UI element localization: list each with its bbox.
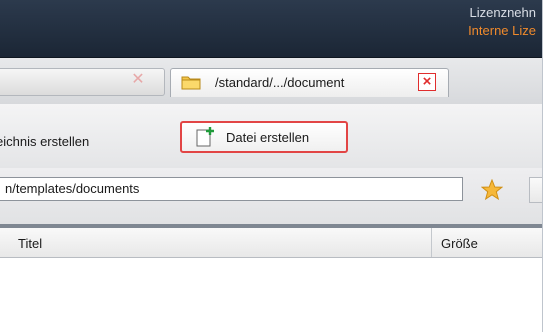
tab-previous[interactable]: ✕	[0, 68, 165, 96]
tab-bar: ✕ /standard/.../document ×	[0, 57, 542, 105]
close-icon[interactable]: ✕	[130, 72, 146, 88]
file-manager-window: Lizenznehn Interne Lize ✕ /standard/.../…	[0, 0, 543, 332]
close-icon[interactable]: ×	[418, 73, 436, 91]
column-title[interactable]: Titel	[18, 236, 42, 251]
column-divider[interactable]	[431, 228, 432, 257]
create-folder-button[interactable]: eichnis erstellen	[0, 134, 89, 149]
folder-icon	[181, 76, 201, 90]
star-icon[interactable]	[481, 179, 503, 201]
create-file-label: Datei erstellen	[226, 130, 310, 145]
table-header: Titel Größe	[0, 228, 542, 258]
license-holder-label: Lizenznehn	[469, 5, 537, 20]
file-list[interactable]	[0, 258, 542, 332]
new-file-icon	[196, 127, 214, 147]
toolbar: eichnis erstellen Datei erstellen	[0, 104, 542, 168]
path-bar: n/templates/documents	[0, 168, 542, 224]
path-next-button[interactable]	[529, 177, 542, 203]
app-header: Lizenznehn Interne Lize	[0, 0, 542, 57]
create-file-button[interactable]: Datei erstellen	[180, 121, 348, 153]
tab-label: /standard/.../document	[215, 75, 345, 90]
license-holder-value: Interne Lize	[468, 23, 536, 38]
column-size[interactable]: Größe	[441, 236, 478, 251]
tab-documents[interactable]: /standard/.../document ×	[170, 68, 449, 97]
path-input[interactable]: n/templates/documents	[0, 177, 463, 201]
